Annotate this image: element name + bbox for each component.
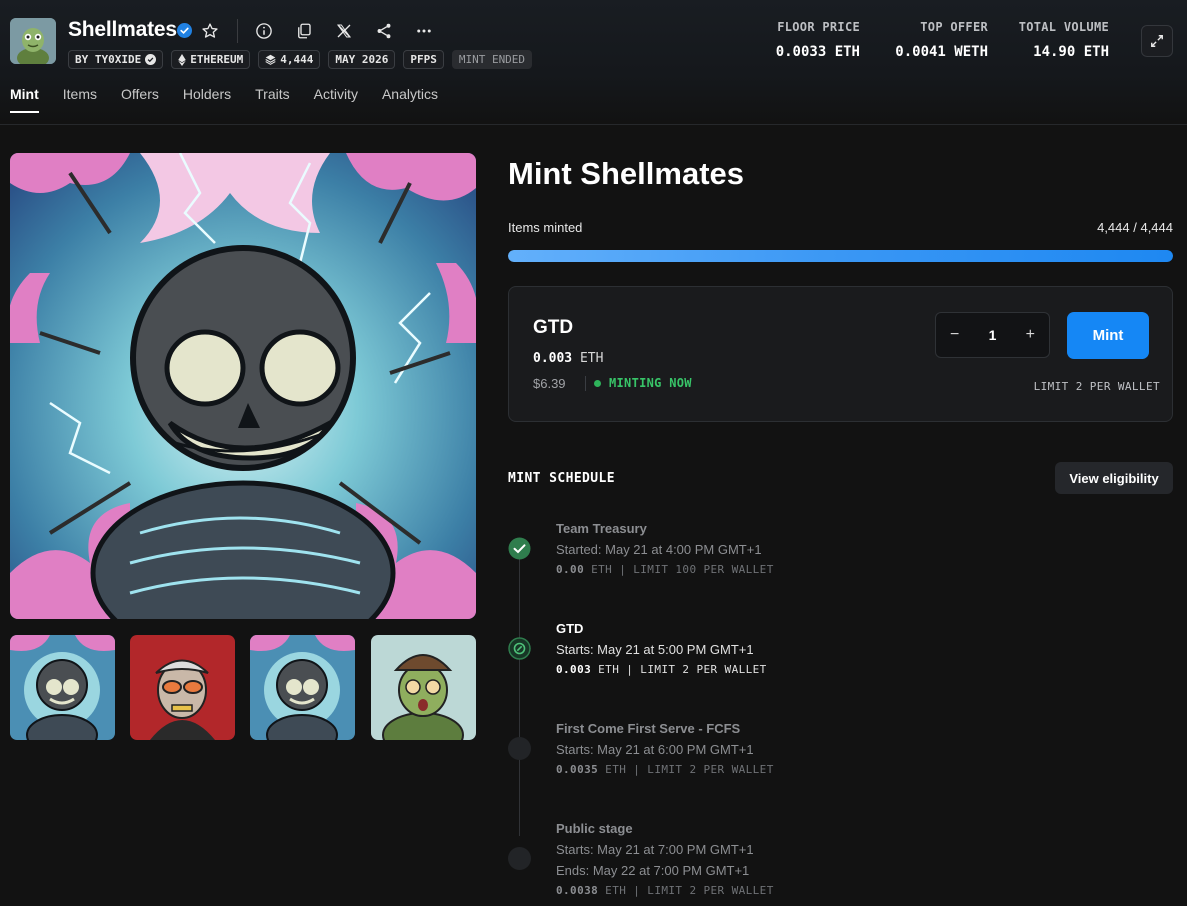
chain-label: ETHEREUM	[190, 53, 244, 66]
stage-2-meta: 0.003 ETH | LIMIT 2 PER WALLET	[556, 663, 767, 676]
top-offer-label: TOP OFFER	[920, 20, 988, 34]
total-volume-label: TOTAL VOLUME	[1018, 20, 1109, 34]
live-status-dot	[594, 380, 601, 387]
stage-2-price: 0.003	[556, 663, 592, 676]
quantity-value[interactable]: 1	[989, 327, 997, 343]
artwork-thumbnail-1[interactable]	[10, 635, 115, 740]
stage-4-name: Public stage	[556, 821, 633, 836]
stage-3-meta: 0.0035 ETH | LIMIT 2 PER WALLET	[556, 763, 774, 776]
stage-2-name: GTD	[556, 621, 584, 636]
total-volume-stat: TOTAL VOLUME 14.90 ETH	[1019, 20, 1109, 60]
stage-4-start-time: Starts: May 21 at 7:00 PM GMT+1	[556, 842, 754, 857]
items-minted-value: 4,444 / 4,444	[1097, 220, 1173, 235]
upcoming-stage-dot	[508, 737, 531, 760]
verified-badge-icon	[177, 23, 192, 38]
creator-chip[interactable]: BY TY0XIDE	[68, 50, 164, 69]
stage-usd-price: $6.39	[533, 376, 566, 391]
stage-price: 0.003 ETH	[533, 351, 603, 366]
upcoming-stage-dot	[508, 847, 531, 870]
quantity-stepper: − 1 +	[935, 312, 1050, 358]
stage-2-time: Starts: May 21 at 5:00 PM GMT+1	[556, 642, 754, 657]
tab-analytics[interactable]: Analytics	[382, 86, 438, 112]
artwork-thumbnail-3[interactable]	[250, 635, 355, 740]
mint-progress-bar	[508, 250, 1173, 262]
layers-icon	[265, 54, 276, 65]
timeline-line	[519, 548, 520, 836]
header-divider	[237, 19, 238, 43]
tab-items[interactable]: Items	[63, 86, 97, 112]
more-options-icon[interactable]	[413, 20, 435, 42]
collection-avatar[interactable]	[10, 18, 56, 64]
stage-4-meta: 0.0038 ETH | LIMIT 2 PER WALLET	[556, 884, 774, 897]
tab-offers[interactable]: Offers	[121, 86, 159, 112]
items-minted-label: Items minted	[508, 220, 583, 235]
increment-icon[interactable]: +	[1026, 326, 1035, 344]
stage-1-name: Team Treasury	[556, 521, 647, 536]
stage-2-limit: ETH | LIMIT 2 PER WALLET	[598, 663, 767, 676]
info-icon[interactable]	[253, 20, 275, 42]
date-chip: MAY 2026	[328, 50, 396, 69]
category-label: PFPS	[410, 53, 437, 66]
tab-traits[interactable]: Traits	[255, 86, 289, 112]
live-status-label: MINTING NOW	[609, 376, 692, 390]
favorite-star-icon[interactable]	[199, 20, 221, 42]
view-eligibility-button[interactable]: View eligibility	[1055, 462, 1173, 494]
active-stage-icon	[508, 637, 531, 660]
stage-4-end-time: Ends: May 22 at 7:00 PM GMT+1	[556, 863, 750, 878]
stage-1-time: Started: May 21 at 4:00 PM GMT+1	[556, 542, 762, 557]
ethereum-icon	[178, 53, 186, 66]
total-volume-value: 14.90 ETH	[1033, 44, 1109, 60]
floor-price-stat: FLOOR PRICE 0.0033 ETH	[776, 20, 860, 60]
featured-artwork[interactable]	[10, 153, 476, 619]
expand-button[interactable]	[1141, 25, 1173, 57]
tab-holders[interactable]: Holders	[183, 86, 231, 112]
mint-progress-fill	[508, 250, 1173, 262]
wallet-limit: LIMIT 2 PER WALLET	[1033, 380, 1160, 393]
stage-separator	[585, 376, 586, 391]
stage-3-time: Starts: May 21 at 6:00 PM GMT+1	[556, 742, 754, 757]
date-label: MAY 2026	[335, 53, 389, 66]
mint-button[interactable]: Mint	[1067, 312, 1149, 359]
tab-mint[interactable]: Mint	[10, 86, 39, 113]
creator-verified-icon	[145, 54, 157, 65]
category-chip[interactable]: PFPS	[403, 50, 444, 69]
creator-label: BY TY0XIDE	[75, 53, 142, 66]
completed-check-icon	[508, 537, 531, 560]
expand-icon	[1151, 35, 1163, 47]
stage-3-limit: ETH | LIMIT 2 PER WALLET	[605, 763, 774, 776]
stage-price-unit: ETH	[579, 351, 604, 366]
chain-chip: ETHEREUM	[171, 50, 251, 69]
supply-label: 4,444	[280, 53, 314, 66]
mint-status-label: MINT ENDED	[458, 53, 526, 66]
mint-title: Mint Shellmates	[508, 156, 744, 191]
active-stage-card: GTD 0.003 ETH $6.39 MINTING NOW − 1 + Mi…	[508, 286, 1173, 422]
stage-3-name: First Come First Serve - FCFS	[556, 721, 741, 736]
top-offer-stat: TOP OFFER 0.0041 WETH	[895, 20, 988, 60]
supply-chip: 4,444	[258, 50, 321, 69]
floor-price-value: 0.0033 ETH	[775, 44, 860, 60]
collection-title: Shellmates	[68, 18, 177, 41]
stage-4-price: 0.0038	[556, 884, 599, 897]
copy-icon[interactable]	[293, 20, 315, 42]
stage-4-limit: ETH | LIMIT 2 PER WALLET	[605, 884, 774, 897]
tab-activity[interactable]: Activity	[314, 86, 358, 112]
mint-status-chip: MINT ENDED	[451, 50, 533, 69]
stage-3-price: 0.0035	[556, 763, 599, 776]
x-twitter-icon[interactable]	[333, 20, 355, 42]
collection-tabs: Mint Items Offers Holders Traits Activit…	[10, 86, 438, 113]
schedule-title: MINT SCHEDULE	[508, 471, 615, 486]
top-offer-value: 0.0041 WETH	[895, 44, 988, 60]
collection-header: Shellmates BY TY0XIDE ETHEREUM 4,444 MAY…	[0, 0, 1187, 125]
stage-1-limit: ETH | LIMIT 100 PER WALLET	[591, 563, 774, 576]
stage-price-amount: 0.003	[533, 351, 573, 366]
artwork-thumbnail-2[interactable]	[130, 635, 235, 740]
stage-1-meta: 0.00 ETH | LIMIT 100 PER WALLET	[556, 563, 774, 576]
stage-1-price: 0.00	[556, 563, 585, 576]
stage-name: GTD	[533, 317, 574, 338]
collection-chips: BY TY0XIDE ETHEREUM 4,444 MAY 2026 PFPS …	[68, 50, 533, 69]
artwork-thumbnail-4[interactable]	[371, 635, 476, 740]
decrement-icon[interactable]: −	[950, 326, 959, 344]
share-icon[interactable]	[373, 20, 395, 42]
floor-price-label: FLOOR PRICE	[777, 20, 860, 34]
